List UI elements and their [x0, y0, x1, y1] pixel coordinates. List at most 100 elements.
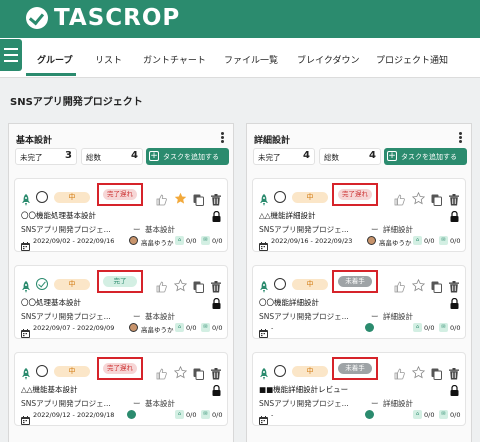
calendar-icon	[21, 323, 30, 338]
status-highlight-box: 完了	[97, 270, 143, 293]
copy-icon[interactable]	[431, 365, 442, 380]
star-icon[interactable]	[411, 364, 426, 379]
comment-count: 0/0	[212, 324, 223, 332]
trash-icon[interactable]	[211, 278, 221, 293]
copy-icon[interactable]	[193, 365, 204, 380]
lock-icon	[212, 294, 221, 309]
app-header: TASCROP	[0, 0, 480, 38]
project-title: SNSアプリ開発プロジェクト	[10, 97, 143, 108]
project-category-separator: ー	[133, 312, 141, 321]
total-label: 総数	[86, 153, 101, 162]
tab-group[interactable]: グループ	[37, 53, 72, 66]
task-dates: -	[271, 411, 274, 419]
task-card[interactable]: 中 完了遅れ △△機能基本設計 SNSアプリ開発プロジェ... ー基本設計 2022/09…	[14, 352, 228, 426]
comment-icon: ✉	[201, 323, 210, 332]
more-vert-icon[interactable]	[459, 132, 463, 144]
tab-breakdown[interactable]: ブレイクダウン	[297, 53, 359, 66]
like-icon[interactable]	[156, 191, 167, 206]
tab-project-notifications[interactable]: プロジェクト通知	[376, 53, 448, 66]
avatar	[367, 236, 376, 245]
incomplete-label: 未完了	[20, 153, 43, 162]
add-task-label: タスクを追加する	[401, 153, 457, 161]
copy-icon[interactable]	[431, 191, 442, 206]
add-task-button[interactable]: + タスクを追加する	[384, 148, 467, 165]
task-name[interactable]: 〇〇機能詳細設計	[259, 297, 319, 308]
trash-icon[interactable]	[449, 365, 459, 380]
star-icon[interactable]	[173, 364, 188, 379]
more-vert-icon[interactable]	[221, 132, 225, 144]
subtask-icon: ⌂	[175, 410, 184, 419]
lock-icon	[450, 207, 459, 222]
trash-icon[interactable]	[449, 191, 459, 206]
star-icon[interactable]	[173, 277, 188, 292]
status-badge[interactable]: 完了遅れ	[338, 189, 372, 200]
status-badge[interactable]: 完了	[103, 276, 137, 287]
task-name[interactable]: ■■機能詳細設計レビュー	[259, 384, 348, 395]
add-task-button[interactable]: + タスクを追加する	[146, 148, 229, 165]
tab-file-list[interactable]: ファイル一覧	[224, 53, 278, 66]
task-name[interactable]: 〇〇機能処理基本設計	[21, 210, 96, 221]
status-badge[interactable]: 完了遅れ	[103, 189, 137, 200]
project-category-separator: ー	[371, 312, 379, 321]
total-stat: 総数 4	[81, 148, 143, 165]
total-label: 総数	[324, 153, 339, 162]
task-card[interactable]: 中未着手 〇〇機能詳細設計 SNSアプリ開発プロジェ... ー詳細設計 - ⌂ 0/0 ✉ 0/…	[252, 265, 466, 339]
hamburger-menu-button[interactable]	[0, 39, 22, 71]
copy-icon[interactable]	[193, 191, 204, 206]
comment-count: 0/0	[212, 237, 223, 245]
task-project: SNSアプリ開発プロジェ...	[259, 312, 349, 321]
trash-icon[interactable]	[211, 365, 221, 380]
task-name[interactable]: △△機能詳細設計	[259, 210, 316, 221]
tab-gantt-chart[interactable]: ガントチャート	[143, 53, 206, 66]
task-name[interactable]: 〇〇処理基本設計	[21, 297, 81, 308]
trash-icon[interactable]	[449, 278, 459, 293]
complete-toggle-icon[interactable]	[36, 191, 48, 203]
status-badge[interactable]: 未着手	[338, 363, 372, 374]
like-icon[interactable]	[394, 278, 405, 293]
task-project: SNSアプリ開発プロジェ...	[21, 399, 111, 408]
comment-icon: ✉	[201, 236, 210, 245]
complete-toggle-icon[interactable]	[274, 278, 286, 290]
task-category: 詳細設計	[383, 312, 413, 321]
plus-icon: +	[387, 151, 397, 161]
task-dates: 2022/09/16 - 2022/09/23	[271, 237, 353, 245]
subtask-icon: ⌂	[175, 323, 184, 332]
task-card[interactable]: 中完了遅れ △△機能詳細設計 SNSアプリ開発プロジェ... ー詳細設計 2022/09…	[252, 178, 466, 252]
task-card[interactable]: 中未着手 ■■機能詳細設計レビュー SNSアプリ開発プロジェ... ー詳細設計 - ⌂ 0/…	[252, 352, 466, 426]
tab-list[interactable]: リスト	[95, 53, 122, 66]
status-badge[interactable]: 未着手	[338, 276, 372, 287]
comment-count: 0/0	[212, 411, 223, 419]
comment-icon: ✉	[439, 410, 448, 419]
star-icon[interactable]	[411, 277, 426, 292]
complete-toggle-icon[interactable]	[274, 191, 286, 203]
subtask-count: 0/0	[424, 324, 435, 332]
copy-icon[interactable]	[193, 278, 204, 293]
rocket-icon	[259, 191, 269, 206]
task-project: SNSアプリ開発プロジェ...	[21, 312, 111, 321]
task-card[interactable]: 中 完了 〇〇処理基本設計 SNSアプリ開発プロジェ... ー基本設計 2022/09/0…	[14, 265, 228, 339]
plus-icon: +	[149, 151, 159, 161]
like-icon[interactable]	[394, 191, 405, 206]
total-stat: 総数 4	[319, 148, 381, 165]
star-filled-icon[interactable]	[174, 190, 187, 204]
lock-icon	[450, 294, 459, 309]
total-count: 4	[369, 150, 376, 161]
complete-toggle-icon[interactable]	[36, 365, 48, 377]
task-card[interactable]: 中 完了遅れ 〇〇機能処理基本設計 SNSアプリ開発プロジェ... ー基本設計 2022/…	[14, 178, 228, 252]
trash-icon[interactable]	[211, 191, 221, 206]
calendar-icon	[21, 410, 30, 425]
like-icon[interactable]	[394, 365, 405, 380]
complete-toggle-icon[interactable]	[274, 365, 286, 377]
copy-icon[interactable]	[431, 278, 442, 293]
status-badge[interactable]: 完了遅れ	[103, 363, 137, 374]
priority-badge: 中	[292, 366, 328, 377]
group-name: 詳細設計	[254, 136, 291, 146]
like-icon[interactable]	[156, 278, 167, 293]
avatar	[129, 323, 138, 332]
brand-logo[interactable]: TASCROP	[26, 5, 180, 31]
like-icon[interactable]	[156, 365, 167, 380]
subtask-icon: ⌂	[413, 236, 422, 245]
completed-check-icon[interactable]	[36, 278, 48, 290]
task-name[interactable]: △△機能基本設計	[21, 384, 78, 395]
star-icon[interactable]	[411, 190, 426, 205]
